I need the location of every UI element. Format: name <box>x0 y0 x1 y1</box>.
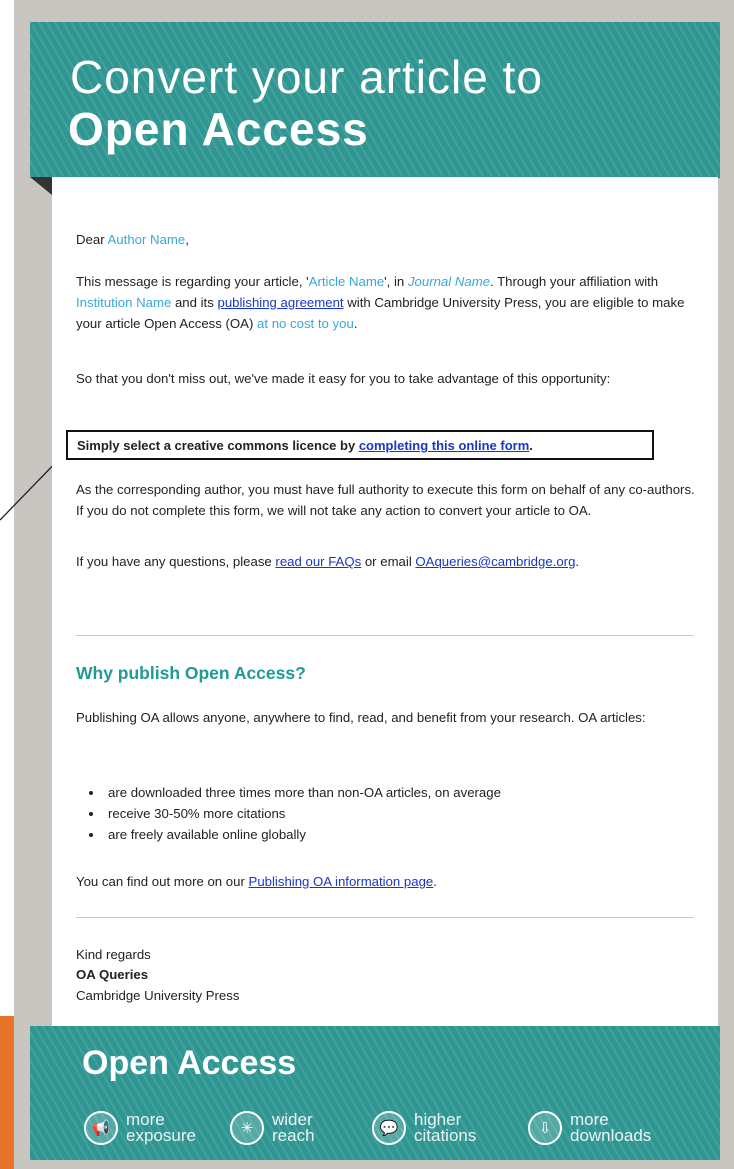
questions-paragraph: If you have any questions, please read o… <box>76 551 698 572</box>
no-cost-highlight: at no cost to you <box>257 316 354 331</box>
banner-fold-left <box>30 177 52 195</box>
faq-link[interactable]: read our FAQs <box>275 554 361 569</box>
more-info-paragraph: You can find out more on our Publishing … <box>76 871 698 892</box>
benefits-list: are downloaded three times more than non… <box>76 782 704 845</box>
text-segment: If you have any questions, please <box>76 554 276 569</box>
speech-bubble-icon: 💬 <box>372 1111 406 1145</box>
benefit-more-exposure: 📢 more exposure <box>84 1106 196 1150</box>
text-segment: . Through your affiliation with <box>490 274 659 289</box>
signoff-organization: Cambridge University Press <box>76 988 240 1003</box>
divider <box>76 635 694 636</box>
text-segment: ', in <box>384 274 408 289</box>
header-title-line2: Open Access <box>68 103 369 155</box>
article-paragraph: This message is regarding your article, … <box>76 271 698 334</box>
publishing-oa-info-link[interactable]: Publishing OA information page <box>249 874 434 889</box>
benefit-label-line2: citations <box>414 1126 477 1145</box>
greeting-prefix: Dear <box>76 232 108 247</box>
why-publish-heading: Why publish Open Access? <box>76 663 306 683</box>
footer-title: Open Access <box>82 1044 297 1082</box>
signoff-regards: Kind regards <box>76 947 151 962</box>
benefit-label: more downloads <box>570 1111 652 1145</box>
greeting-suffix: , <box>185 232 189 247</box>
network-icon: ✳ <box>230 1111 264 1145</box>
author-name: Author Name <box>107 232 186 247</box>
online-form-callout-box: Simply select a creative commons licence… <box>66 430 654 460</box>
why-paragraph: Publishing OA allows anyone, anywhere to… <box>76 710 646 725</box>
text-segment: You can find out more on our <box>76 874 249 889</box>
benefit-more-downloads: ⇩ more downloads <box>528 1106 651 1150</box>
megaphone-icon: 📢 <box>84 1111 118 1145</box>
list-item: receive 30-50% more citations <box>104 803 704 824</box>
online-form-link[interactable]: completing this online form <box>359 438 529 453</box>
text-segment: or email <box>361 554 416 569</box>
email-body: Dear Author Name, This message is regard… <box>52 177 718 1027</box>
benefit-label: higher citations <box>414 1111 477 1145</box>
cloud-download-icon: ⇩ <box>528 1111 562 1145</box>
callout-end: . <box>529 438 533 453</box>
benefit-label-line2: reach <box>272 1126 315 1145</box>
benefit-wider-reach: ✳ wider reach <box>230 1106 315 1150</box>
benefit-label-line2: exposure <box>126 1126 196 1145</box>
email-header-banner: Convert your article to Open Access <box>30 22 720 177</box>
benefit-label: more exposure <box>126 1111 196 1145</box>
text-segment: . <box>433 874 437 889</box>
email-footer-banner: Open Access 📢 more exposure ✳ wider reac… <box>30 1026 720 1160</box>
benefit-label: wider reach <box>272 1111 315 1145</box>
list-item: are freely available online globally <box>104 824 704 845</box>
benefit-label-line2: downloads <box>570 1126 652 1145</box>
journal-name: Journal Name <box>407 274 491 289</box>
text-segment: This message is regarding your article, … <box>76 274 309 289</box>
signoff-sender: OA Queries <box>76 967 149 982</box>
email-link[interactable]: OAqueries@cambridge.org <box>415 554 575 569</box>
divider <box>76 917 694 918</box>
greeting: Dear Author Name, <box>76 229 698 250</box>
list-item: are downloaded three times more than non… <box>104 782 704 803</box>
text-segment: . <box>353 316 358 331</box>
institution-name: Institution Name <box>76 295 172 310</box>
callout-text: Simply select a creative commons licence… <box>77 438 359 453</box>
benefit-higher-citations: 💬 higher citations <box>372 1106 476 1150</box>
publishing-agreement-link[interactable]: publishing agreement <box>217 295 343 310</box>
article-name: Article Name <box>308 274 385 289</box>
text-segment: and its <box>171 295 218 310</box>
authority-paragraph: As the corresponding author, you must ha… <box>76 482 695 518</box>
text-segment: . <box>575 554 580 569</box>
opportunity-paragraph: So that you don't miss out, we've made i… <box>76 371 611 386</box>
header-title-line1: Convert your article to <box>70 51 543 103</box>
